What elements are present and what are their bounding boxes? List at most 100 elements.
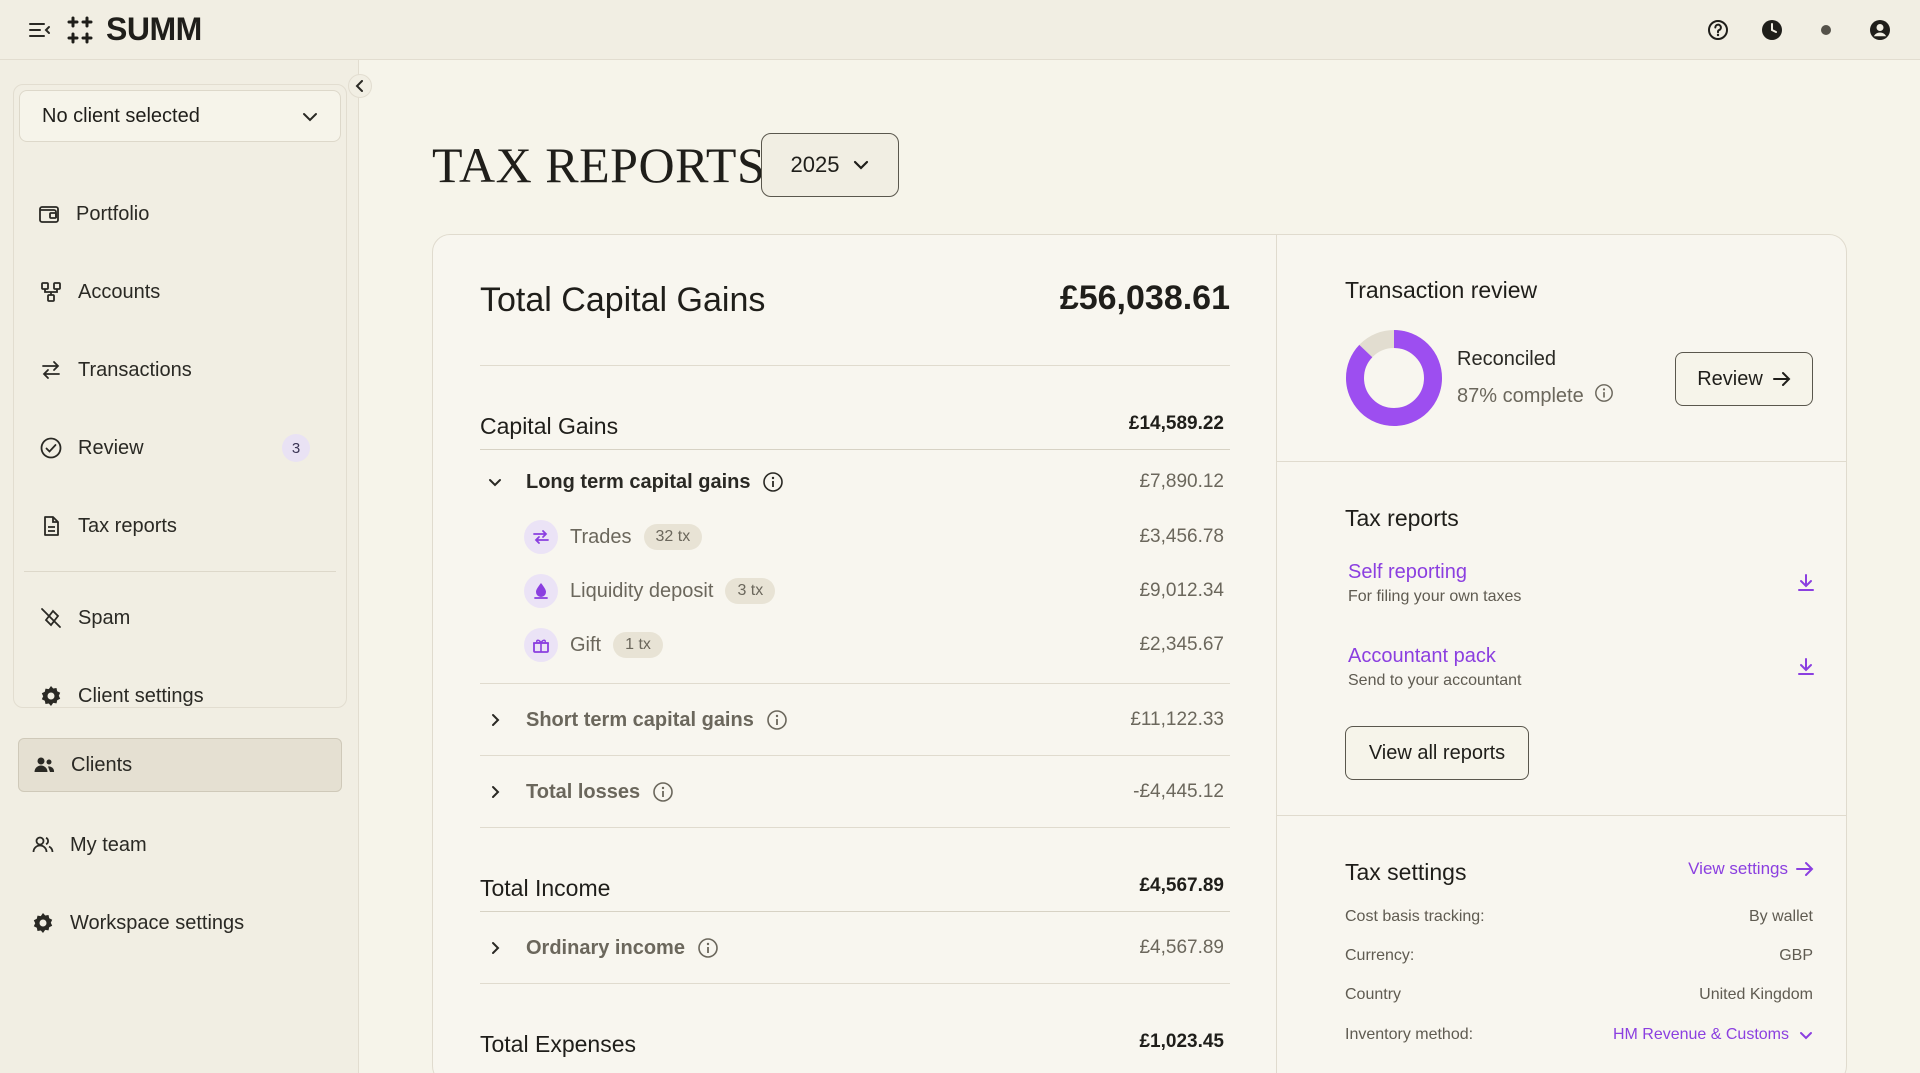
setting-row-country: Country United Kingdom <box>1345 986 1813 1004</box>
sidebar-item-label: Review <box>78 436 144 459</box>
accountant-pack-item[interactable]: Accountant pack Send to your accountant <box>1348 645 1818 690</box>
sidebar-item-label: Transactions <box>78 358 192 381</box>
user-account-icon[interactable] <box>1868 18 1892 42</box>
help-icon[interactable] <box>1706 18 1730 42</box>
subitem-value: £2,345.67 <box>1139 634 1224 655</box>
info-icon[interactable] <box>766 709 788 731</box>
subitem-trades[interactable]: Trades 32 tx £3,456.78 <box>480 517 1230 557</box>
status-dot-icon[interactable] <box>1814 18 1838 42</box>
setting-row-inventory-method: Inventory method: HM Revenue & Customs <box>1345 1026 1813 1044</box>
chevron-right-icon[interactable] <box>480 713 510 727</box>
progress-text: 87% complete <box>1457 384 1584 407</box>
divider <box>480 827 1230 828</box>
sidebar-item-transactions[interactable]: Transactions <box>38 345 328 395</box>
sidebar-item-label: Client settings <box>78 684 204 707</box>
report-subtitle: Send to your accountant <box>1348 672 1522 689</box>
view-settings-link[interactable]: View settings <box>1688 859 1814 879</box>
tax-reports-title: Tax reports <box>1345 505 1459 531</box>
setting-key: Inventory method: <box>1345 1026 1474 1043</box>
info-icon[interactable] <box>652 781 674 803</box>
year-select[interactable]: 2025 <box>761 133 899 197</box>
sidebar-item-label: Workspace settings <box>70 911 245 934</box>
sidebar-item-my-team[interactable]: My team <box>30 820 320 870</box>
divider <box>480 449 1230 450</box>
sidebar-item-review[interactable]: Review 3 <box>38 423 328 473</box>
sidebar-item-label: Clients <box>71 753 133 776</box>
sidebar-item-clients[interactable]: Clients <box>18 738 342 792</box>
transaction-review-title: Transaction review <box>1345 277 1538 303</box>
setting-value: United Kingdom <box>1699 986 1813 1003</box>
subitem-gift[interactable]: Gift 1 tx £2,345.67 <box>480 625 1230 665</box>
self-reporting-link[interactable]: Self reporting <box>1348 561 1818 584</box>
tax-settings-title: Tax settings <box>1345 859 1467 885</box>
capital-gains-title: Capital Gains <box>480 413 619 439</box>
wallet-icon <box>36 201 62 227</box>
download-icon[interactable] <box>1794 655 1818 679</box>
chevron-left-icon <box>355 80 363 92</box>
menu-collapse-icon[interactable] <box>28 18 52 42</box>
subitem-label: Gift <box>570 633 602 656</box>
subitem-label: Liquidity deposit <box>570 579 714 602</box>
page-title: TAX REPORTS <box>432 137 766 193</box>
setting-value: By wallet <box>1748 908 1813 925</box>
sidebar-item-portfolio[interactable]: Portfolio <box>36 189 326 239</box>
sidebar-item-spam[interactable]: Spam <box>38 593 328 643</box>
arrow-right-icon <box>1772 372 1791 386</box>
sidebar-item-workspace-settings[interactable]: Workspace settings <box>30 898 320 948</box>
short-term-gains-value: £11,122.33 <box>1130 709 1224 730</box>
divider <box>1277 815 1846 816</box>
setting-value: GBP <box>1779 947 1813 964</box>
logo-mark-icon <box>67 16 93 43</box>
logo-text: SUMM <box>106 11 202 47</box>
long-term-gains-row[interactable]: Long term capital gains £7,890.12 <box>480 457 1230 507</box>
history-clock-icon[interactable] <box>1760 18 1784 42</box>
users-icon <box>31 752 57 778</box>
sidebar-item-tax-reports[interactable]: Tax reports <box>38 501 328 551</box>
client-select[interactable]: No client selected <box>19 90 341 142</box>
setting-key: Cost basis tracking: <box>1345 908 1485 925</box>
setting-key: Country <box>1345 986 1402 1003</box>
long-term-gains-label: Long term capital gains <box>526 470 751 493</box>
sidebar-item-client-settings[interactable]: Client settings <box>38 671 328 721</box>
short-term-gains-row[interactable]: Short term capital gains £11,122.33 <box>480 695 1230 745</box>
info-icon[interactable] <box>697 937 719 959</box>
divider <box>480 983 1230 984</box>
view-all-reports-button[interactable]: View all reports <box>1345 726 1529 780</box>
reconciled-progress: 87% complete <box>1457 383 1614 409</box>
droplet-icon <box>524 574 558 608</box>
sidebar-collapse-button[interactable] <box>348 74 372 98</box>
subitem-liquidity-deposit[interactable]: Liquidity deposit 3 tx £9,012.34 <box>480 571 1230 611</box>
total-capital-gains-title: Total Capital Gains <box>480 281 766 319</box>
top-bar: SUMM <box>0 0 1920 60</box>
total-expenses-title: Total Expenses <box>480 1031 636 1057</box>
logo[interactable]: SUMM <box>66 11 202 48</box>
chevron-down-icon[interactable] <box>480 478 510 487</box>
document-icon <box>38 513 64 539</box>
total-losses-value: -£4,445.12 <box>1133 781 1224 802</box>
arrow-right-icon <box>1796 862 1814 876</box>
view-settings-label: View settings <box>1688 859 1788 878</box>
tx-count-pill: 3 tx <box>725 578 776 604</box>
check-circle-icon <box>38 435 64 461</box>
download-icon[interactable] <box>1794 571 1818 595</box>
summary-column: Transaction review Reconciled 87% comple… <box>1277 235 1846 1073</box>
sidebar-item-accounts[interactable]: Accounts <box>38 267 328 317</box>
reconciled-progress-donut <box>1346 330 1442 426</box>
chevron-right-icon[interactable] <box>480 785 510 799</box>
chevron-right-icon[interactable] <box>480 941 510 955</box>
inventory-method-select[interactable]: HM Revenue & Customs <box>1613 1026 1813 1044</box>
client-nav-card: No client selected Portfolio Accounts Tr… <box>13 84 347 708</box>
ordinary-income-label: Ordinary income <box>526 936 685 959</box>
gear-icon <box>38 683 64 709</box>
tax-report-panel: Total Capital Gains £56,038.61 Capital G… <box>432 234 1847 1073</box>
accountant-pack-link[interactable]: Accountant pack <box>1348 645 1818 668</box>
divider <box>480 911 1230 912</box>
ordinary-income-row[interactable]: Ordinary income £4,567.89 <box>480 923 1230 973</box>
total-losses-row[interactable]: Total losses -£4,445.12 <box>480 767 1230 817</box>
info-icon[interactable] <box>762 471 784 493</box>
info-icon[interactable] <box>1594 383 1614 409</box>
swap-arrows-icon <box>38 357 64 383</box>
self-reporting-item[interactable]: Self reporting For filing your own taxes <box>1348 561 1818 606</box>
review-count-badge: 3 <box>282 434 310 462</box>
review-button[interactable]: Review <box>1675 352 1813 406</box>
